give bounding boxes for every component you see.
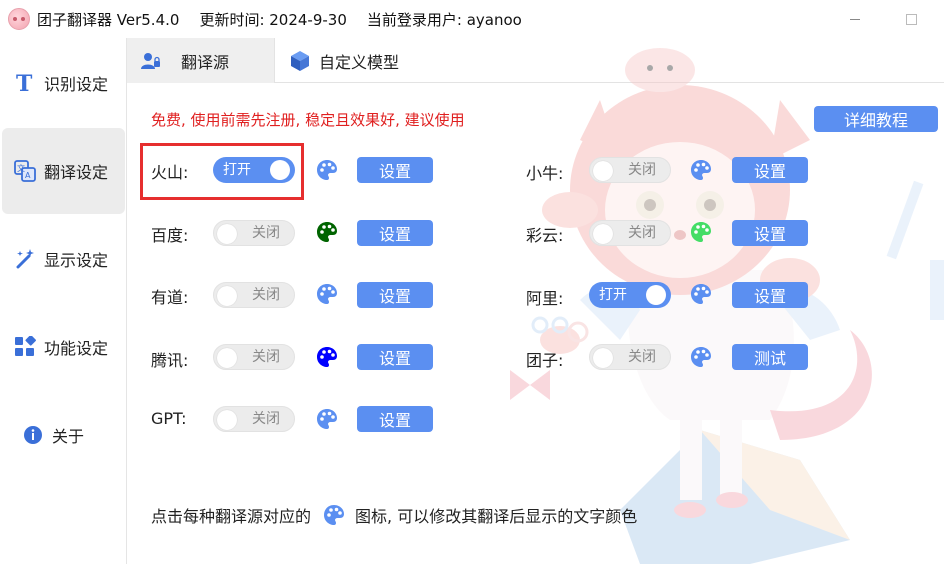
update-time: 更新时间: 2024-9-30 <box>199 10 347 29</box>
sidebar-item-label: 识别设定 <box>44 75 109 94</box>
user-lock-icon <box>141 52 161 70</box>
window-title: 团子翻译器 Ver5.4.0 更新时间: 2024-9-30 当前登录用户: aya… <box>37 9 522 30</box>
tutorial-button[interactable]: 详细教程 <box>814 106 938 132</box>
palette-icon[interactable] <box>690 283 712 305</box>
palette-icon[interactable] <box>690 221 712 243</box>
app-logo <box>8 8 30 30</box>
source-label-caiyun: 彩云: <box>526 226 564 245</box>
toggle-youdao[interactable]: 关闭 <box>213 282 295 308</box>
tab-translation-source[interactable]: 翻译源 <box>127 38 275 83</box>
palette-icon[interactable] <box>690 159 712 181</box>
sidebar-item-function[interactable]: 功能设定 <box>2 304 125 390</box>
toggle-state-label: 关闭 <box>628 162 656 178</box>
svg-text:A: A <box>25 171 31 180</box>
settings-button-niutrans[interactable]: 设置 <box>732 157 808 183</box>
palette-icon[interactable] <box>316 159 338 181</box>
title-bar: 团子翻译器 Ver5.4.0 更新时间: 2024-9-30 当前登录用户: aya… <box>0 0 944 38</box>
toggle-knob <box>270 160 290 180</box>
settings-button-volcano[interactable]: 设置 <box>357 157 433 183</box>
toggle-state-label: 关闭 <box>252 349 280 365</box>
tab-custom-model[interactable]: 自定义模型 <box>289 38 439 83</box>
settings-button-gpt[interactable]: 设置 <box>357 406 433 432</box>
toggle-state-label: 打开 <box>599 287 627 303</box>
toggle-knob <box>593 161 613 181</box>
toggle-gpt[interactable]: 关闭 <box>213 406 295 432</box>
minimize-button[interactable] <box>832 0 878 38</box>
palette-icon[interactable] <box>316 221 338 243</box>
toggle-caiyun[interactable]: 关闭 <box>589 220 671 246</box>
info-icon <box>22 424 44 446</box>
sidebar-item-translation[interactable]: 文 A 翻译设定 <box>2 128 125 214</box>
translate-icon: 文 A <box>14 160 36 182</box>
toggle-tuanzi[interactable]: 关闭 <box>589 344 671 370</box>
palette-icon[interactable] <box>690 346 712 368</box>
toggle-state-label: 关闭 <box>628 225 656 241</box>
maximize-icon <box>905 13 917 25</box>
settings-button-tencent[interactable]: 设置 <box>357 344 433 370</box>
sidebar-item-recognition[interactable]: T 识别设定 <box>2 40 125 126</box>
maximize-button[interactable] <box>888 0 934 38</box>
cube-icon <box>289 50 311 72</box>
tab-label: 自定义模型 <box>319 52 400 72</box>
toggle-knob <box>646 285 666 305</box>
toggle-state-label: 关闭 <box>252 287 280 303</box>
sidebar-item-display[interactable]: 显示设定 <box>2 216 125 302</box>
toggle-knob <box>217 286 237 306</box>
settings-button-aliyun[interactable]: 设置 <box>732 282 808 308</box>
svg-text:T: T <box>16 72 33 94</box>
sidebar-item-about[interactable]: 关于 <box>2 392 125 478</box>
source-label-gpt: GPT: <box>151 409 187 428</box>
toggle-tencent[interactable]: 关闭 <box>213 344 295 370</box>
tab-label: 翻译源 <box>181 52 230 72</box>
palette-hint: 点击每种翻译源对应的 图标, 可以修改其翻译后显示的文字颜色 <box>151 503 637 527</box>
palette-icon <box>324 505 345 525</box>
source-label-tuanzi: 团子: <box>526 351 564 370</box>
settings-button-youdao[interactable]: 设置 <box>357 282 433 308</box>
app-name: 团子翻译器 Ver5.4.0 <box>37 10 180 29</box>
toggle-knob <box>217 224 237 244</box>
toggle-knob <box>593 224 613 244</box>
settings-button-baidu[interactable]: 设置 <box>357 220 433 246</box>
palette-icon[interactable] <box>316 408 338 430</box>
toggle-knob <box>217 410 237 430</box>
source-label-tencent: 腾讯: <box>151 351 189 370</box>
minimize-icon <box>850 18 860 20</box>
toggle-state-label: 关闭 <box>252 411 280 427</box>
palette-icon[interactable] <box>316 346 338 368</box>
toggle-state-label: 打开 <box>223 162 251 178</box>
toggle-knob <box>217 348 237 368</box>
magic-wand-icon <box>14 248 36 270</box>
svg-text:文: 文 <box>17 163 25 173</box>
source-label-baidu: 百度: <box>151 226 189 245</box>
source-label-aliyun: 阿里: <box>526 289 564 308</box>
source-label-volcano: 火山: <box>151 163 189 182</box>
toggle-state-label: 关闭 <box>628 349 656 365</box>
source-label-youdao: 有道: <box>151 288 189 307</box>
apps-grid-icon <box>14 336 36 358</box>
current-user: 当前登录用户: ayanoo <box>366 10 522 29</box>
sidebar-item-label: 关于 <box>52 427 85 446</box>
hint-suffix: 图标, 可以修改其翻译后显示的文字颜色 <box>355 507 638 526</box>
palette-icon[interactable] <box>316 283 338 305</box>
sidebar-item-label: 翻译设定 <box>44 163 109 182</box>
toggle-volcano[interactable]: 打开 <box>213 157 295 183</box>
sidebar-item-label: 功能设定 <box>44 339 109 358</box>
source-label-niutrans: 小牛: <box>526 164 564 183</box>
toggle-aliyun[interactable]: 打开 <box>589 282 671 308</box>
recommendation-notice: 免费, 使用前需先注册, 稳定且效果好, 建议使用 <box>151 111 465 129</box>
settings-button-caiyun[interactable]: 设置 <box>732 220 808 246</box>
toggle-knob <box>593 348 613 368</box>
toggle-baidu[interactable]: 关闭 <box>213 220 295 246</box>
sidebar: T 识别设定 文 A 翻译设定 显示设定 功能设定 关于 <box>0 38 127 564</box>
sidebar-item-label: 显示设定 <box>44 251 109 270</box>
toggle-niutrans[interactable]: 关闭 <box>589 157 671 183</box>
hint-prefix: 点击每种翻译源对应的 <box>151 507 312 526</box>
test-button-tuanzi[interactable]: 测试 <box>732 344 808 370</box>
toggle-state-label: 关闭 <box>252 225 280 241</box>
text-t-icon: T <box>14 72 36 94</box>
